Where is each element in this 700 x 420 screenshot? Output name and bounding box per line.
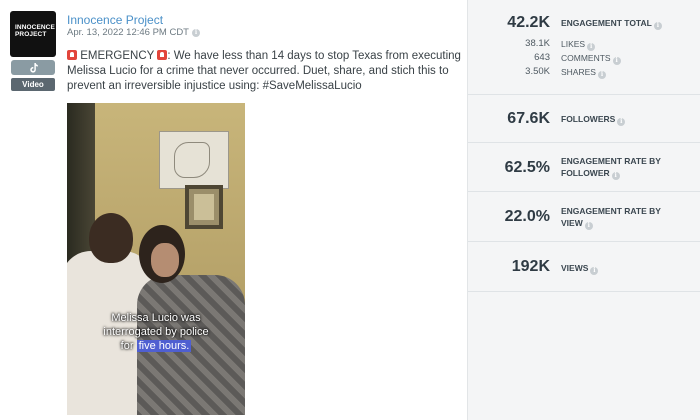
engagement-rate-follower-label: ENGAGEMENT RATE BY FOLLOWER i xyxy=(561,156,661,180)
comments-value: 643 xyxy=(534,52,550,63)
overlay-line-2: interrogated by police xyxy=(103,326,209,338)
post-date: Apr. 13, 2022 12:46 PM CDT i xyxy=(67,27,200,38)
metric-engagement-rate-follower: 62.5% ENGAGEMENT RATE BY FOLLOWER i xyxy=(468,143,700,192)
views-label: VIEWS i xyxy=(561,262,599,275)
thumbnail-wall-map xyxy=(159,131,229,189)
overlay-line-1: Melissa Lucio was xyxy=(111,312,201,324)
post-caption: EMERGENCY : We have less than 14 days to… xyxy=(67,49,462,94)
avatar-logo-text: INNOCENCE PROJECT xyxy=(15,24,55,38)
thumbnail-mirror xyxy=(185,185,223,229)
likes-value: 38.1K xyxy=(525,38,550,49)
tiktok-icon xyxy=(29,62,38,73)
siren-emoji-icon xyxy=(67,50,77,60)
metric-followers: 67.6K FOLLOWERS i xyxy=(468,95,700,143)
engagement-rate-follower-value: 62.5% xyxy=(504,159,550,176)
account-avatar[interactable]: INNOCENCE PROJECT xyxy=(10,11,56,57)
followers-value: 67.6K xyxy=(507,110,550,127)
info-icon[interactable]: i xyxy=(611,172,620,180)
platform-badge xyxy=(11,60,55,75)
siren-emoji-icon xyxy=(157,50,168,60)
engagement-rate-view-value: 22.0% xyxy=(504,208,550,225)
post-date-text: Apr. 13, 2022 12:46 PM CDT xyxy=(67,27,189,38)
engagement-total-value: 42.2K xyxy=(507,14,550,31)
likes-label: LIKES i xyxy=(561,39,596,51)
info-icon[interactable]: i xyxy=(590,267,599,275)
metrics-panel: 42.2K ENGAGEMENT TOTAL i 38.1K LIKES i 643… xyxy=(467,0,700,420)
overlay-line-3: for five hours. xyxy=(120,340,192,352)
comments-label: COMMENTS i xyxy=(561,53,621,65)
followers-label: FOLLOWERS i xyxy=(561,113,626,126)
account-name-link[interactable]: Innocence Project xyxy=(67,13,163,27)
info-icon[interactable]: i xyxy=(597,70,606,79)
info-icon[interactable]: i xyxy=(191,28,200,37)
overlay-highlight: five hours. xyxy=(136,340,192,352)
post-card: INNOCENCE PROJECT Video Innocence Projec… xyxy=(0,0,467,420)
metric-views: 192K VIEWS i xyxy=(468,242,700,292)
views-value: 192K xyxy=(511,258,550,275)
caption-part-1: EMERGENCY xyxy=(77,50,158,62)
info-icon[interactable]: i xyxy=(587,42,596,51)
shares-value: 3.50K xyxy=(525,66,550,77)
metric-engagement-rate-view: 22.0% ENGAGEMENT RATE BY VIEW i xyxy=(468,192,700,242)
video-thumbnail[interactable]: Melissa Lucio was interrogated by police… xyxy=(67,103,245,415)
engagement-total-label: ENGAGEMENT TOTAL i xyxy=(561,17,662,30)
metric-engagement-total: 42.2K ENGAGEMENT TOTAL i 38.1K LIKES i 643… xyxy=(468,0,700,95)
engagement-rate-view-label: ENGAGEMENT RATE BY VIEW i xyxy=(561,206,661,230)
info-icon[interactable]: i xyxy=(653,22,662,30)
media-type-badge: Video xyxy=(11,78,55,91)
shares-label: SHARES i xyxy=(561,67,606,79)
info-icon[interactable]: i xyxy=(617,118,626,126)
info-icon[interactable]: i xyxy=(584,222,593,230)
video-overlay-caption: Melissa Lucio was interrogated by police… xyxy=(67,311,245,353)
info-icon[interactable]: i xyxy=(612,56,621,65)
